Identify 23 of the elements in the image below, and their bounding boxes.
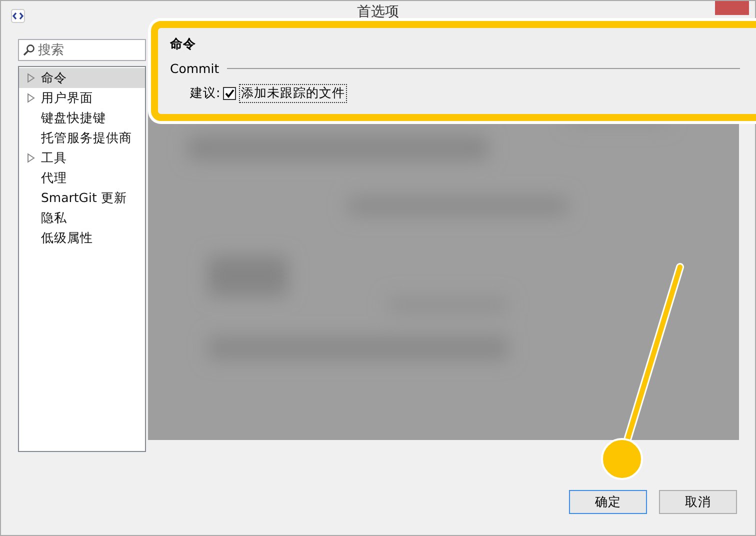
tree-item[interactable]: SmartGit 更新 [19,188,145,208]
checkbox-label[interactable]: 添加未跟踪的文件 [239,84,348,103]
expand-arrow-icon[interactable] [27,93,35,103]
tree-item[interactable]: 命令 [19,68,145,88]
dialog-button[interactable]: 确定 [569,490,647,514]
app-icon [11,9,25,23]
expand-arrow-icon[interactable] [27,73,35,83]
search-field[interactable]: 搜索 [18,39,146,61]
checkbox[interactable] [223,87,236,100]
row-label: 建议: [190,85,220,102]
tree-item[interactable]: 工具 [19,148,145,168]
search-icon [23,44,35,56]
tree-item[interactable]: 代理 [19,168,145,188]
expand-arrow-icon[interactable] [27,153,35,163]
tree-item[interactable]: 键盘快捷键 [19,108,145,128]
group-label: Commit [170,61,220,76]
tree-item[interactable]: 托管服务提供商 [19,128,145,148]
window-title: 首选项 [357,3,399,21]
dialog-button[interactable]: 取消 [659,490,737,514]
tree-item[interactable]: 低级属性 [19,228,145,248]
tree-item[interactable]: 用户界面 [19,88,145,108]
tree-item[interactable]: 隐私 [19,208,145,228]
section-heading: 命令 [170,36,197,53]
